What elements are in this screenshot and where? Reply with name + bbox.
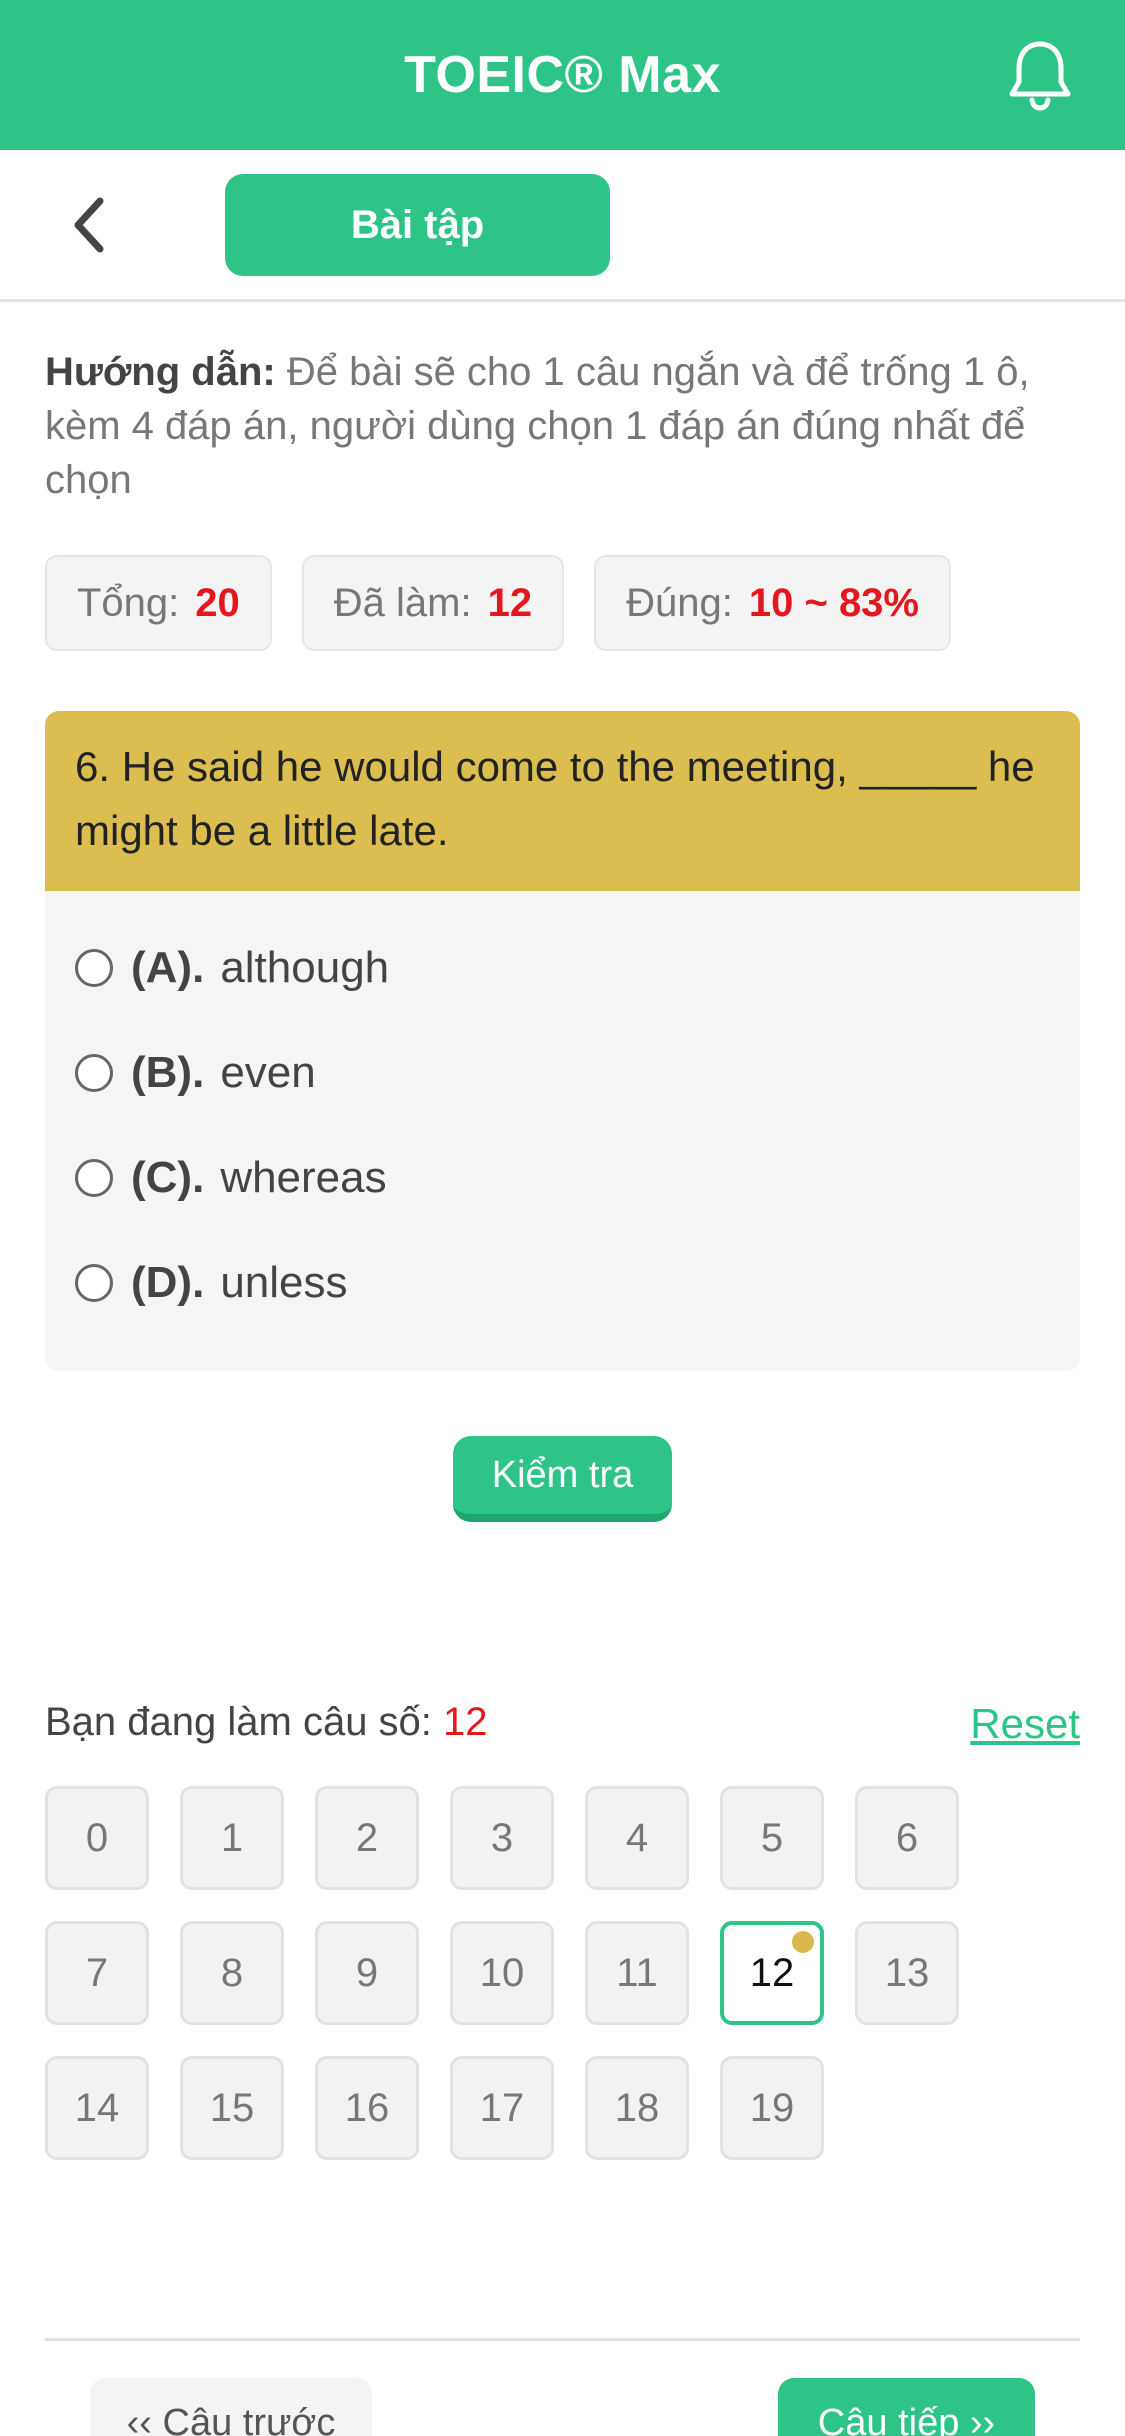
question-number-cell[interactable]: 0 bbox=[45, 1786, 149, 1890]
app-title: TOEIC® Max bbox=[404, 46, 721, 104]
option-b[interactable]: (B). even bbox=[75, 1020, 1050, 1125]
question-grid: 0 1 2 3 4 5 6 7 8 9 10 11 12 13 14 15 16 17 18 19 bbox=[45, 1786, 1080, 2160]
question-number: 9 bbox=[355, 1950, 379, 1995]
next-question-button[interactable]: Câu tiếp ›› bbox=[778, 2378, 1035, 2436]
reset-link[interactable]: Reset bbox=[970, 1700, 1080, 1748]
option-letter: (B). bbox=[131, 1047, 205, 1097]
stat-value: 12 bbox=[487, 580, 533, 625]
question-number-cell[interactable]: 5 bbox=[720, 1786, 824, 1890]
option-c[interactable]: (C). whereas bbox=[75, 1125, 1050, 1230]
question-number: 3 bbox=[490, 1815, 514, 1860]
check-button[interactable]: Kiểm tra bbox=[453, 1436, 672, 1522]
option-d[interactable]: (D). unless bbox=[75, 1230, 1050, 1335]
instructions-label: Hướng dẫn: bbox=[45, 350, 276, 394]
question-number: 5 bbox=[760, 1815, 784, 1860]
question-number: 6 bbox=[895, 1815, 919, 1860]
question-number-cell[interactable]: 8 bbox=[180, 1921, 284, 2025]
question-number-cell[interactable]: 13 bbox=[855, 1921, 959, 2025]
question-card: 6. He said he would come to the meeting,… bbox=[45, 711, 1080, 1371]
option-letter: (A). bbox=[131, 942, 205, 992]
question-number-cell[interactable]: 7 bbox=[45, 1921, 149, 2025]
bell-icon[interactable] bbox=[1005, 38, 1075, 112]
current-question-number: 12 bbox=[443, 1700, 488, 1744]
prev-question-button[interactable]: ‹‹ Câu trước bbox=[90, 2378, 372, 2436]
stat-label: Đúng: bbox=[626, 580, 733, 625]
question-number: 2 bbox=[355, 1815, 379, 1860]
stat-total: Tổng: 20 bbox=[45, 555, 272, 651]
current-question: Bạn đang làm câu số: 12 bbox=[45, 1700, 488, 1745]
sub-bar: Bài tập bbox=[0, 150, 1125, 302]
question-number: 18 bbox=[614, 2085, 660, 2130]
question-number: 13 bbox=[884, 1950, 930, 1995]
option-a[interactable]: (A). although bbox=[75, 915, 1050, 1020]
question-number: 10 bbox=[479, 1950, 525, 1995]
stat-done: Đã làm: 12 bbox=[301, 555, 565, 651]
question-number-cell[interactable]: 10 bbox=[450, 1921, 554, 2025]
question-number-cell[interactable]: 14 bbox=[45, 2056, 149, 2160]
answer-options: (A). although (B). even (C). whereas (D)… bbox=[45, 891, 1080, 1335]
back-button[interactable] bbox=[58, 190, 118, 260]
question-number: 11 bbox=[616, 1950, 658, 1995]
question-number: 16 bbox=[344, 2085, 390, 2130]
question-number-cell[interactable]: 15 bbox=[180, 2056, 284, 2160]
question-number-cell[interactable]: 18 bbox=[585, 2056, 689, 2160]
question-number-cell[interactable]: 16 bbox=[315, 2056, 419, 2160]
stat-value: 20 bbox=[195, 580, 240, 625]
question-number-cell[interactable]: 12 bbox=[720, 1921, 824, 2025]
question-number: 15 bbox=[209, 2085, 255, 2130]
question-number-cell[interactable]: 17 bbox=[450, 2056, 554, 2160]
option-text: unless bbox=[220, 1257, 348, 1307]
stat-value: 10 ~ 83% bbox=[748, 580, 919, 625]
question-text: 6. He said he would come to the meeting,… bbox=[45, 711, 1080, 891]
question-number: 12 bbox=[749, 1950, 795, 1995]
option-text: although bbox=[220, 942, 390, 992]
divider bbox=[45, 2338, 1080, 2341]
question-number-cell[interactable]: 1 bbox=[180, 1786, 284, 1890]
app-header: TOEIC® Max bbox=[0, 0, 1125, 150]
question-number: 14 bbox=[74, 2085, 120, 2130]
question-number-cell[interactable]: 4 bbox=[585, 1786, 689, 1890]
option-letter: (C). bbox=[131, 1152, 205, 1202]
question-number: 1 bbox=[220, 1815, 244, 1860]
stats-row: Tổng: 20 Đã làm: 12 Đúng: 10 ~ 83% bbox=[45, 555, 951, 651]
option-letter: (D). bbox=[131, 1257, 205, 1307]
stat-label: Đã làm: bbox=[333, 580, 472, 625]
question-number-cell[interactable]: 3 bbox=[450, 1786, 554, 1890]
instructions: Hướng dẫn: Để bài sẽ cho 1 câu ngắn và đ… bbox=[45, 345, 1080, 507]
option-text: even bbox=[220, 1047, 316, 1097]
radio-button[interactable] bbox=[75, 948, 113, 987]
question-number-cell[interactable]: 2 bbox=[315, 1786, 419, 1890]
question-number: 7 bbox=[85, 1950, 109, 1995]
chevron-left-icon bbox=[74, 197, 104, 253]
current-question-label: Bạn đang làm câu số: bbox=[45, 1700, 432, 1744]
question-number: 17 bbox=[479, 2085, 525, 2130]
question-number-cell[interactable]: 6 bbox=[855, 1786, 959, 1890]
tab-exercise[interactable]: Bài tập bbox=[225, 174, 610, 276]
stat-correct: Đúng: 10 ~ 83% bbox=[594, 555, 951, 651]
radio-button[interactable] bbox=[75, 1053, 113, 1092]
question-number-cell[interactable]: 11 bbox=[585, 1921, 689, 2025]
question-number: 0 bbox=[85, 1815, 109, 1860]
question-number: 4 bbox=[625, 1815, 649, 1860]
option-text: whereas bbox=[220, 1152, 387, 1202]
question-number: 8 bbox=[220, 1950, 244, 1995]
radio-button[interactable] bbox=[75, 1263, 113, 1302]
current-indicator-dot bbox=[792, 1931, 814, 1953]
stat-label: Tổng: bbox=[77, 580, 180, 625]
question-number-cell[interactable]: 9 bbox=[315, 1921, 419, 2025]
question-number: 19 bbox=[749, 2085, 795, 2130]
question-number-cell[interactable]: 19 bbox=[720, 2056, 824, 2160]
radio-button[interactable] bbox=[75, 1158, 113, 1197]
